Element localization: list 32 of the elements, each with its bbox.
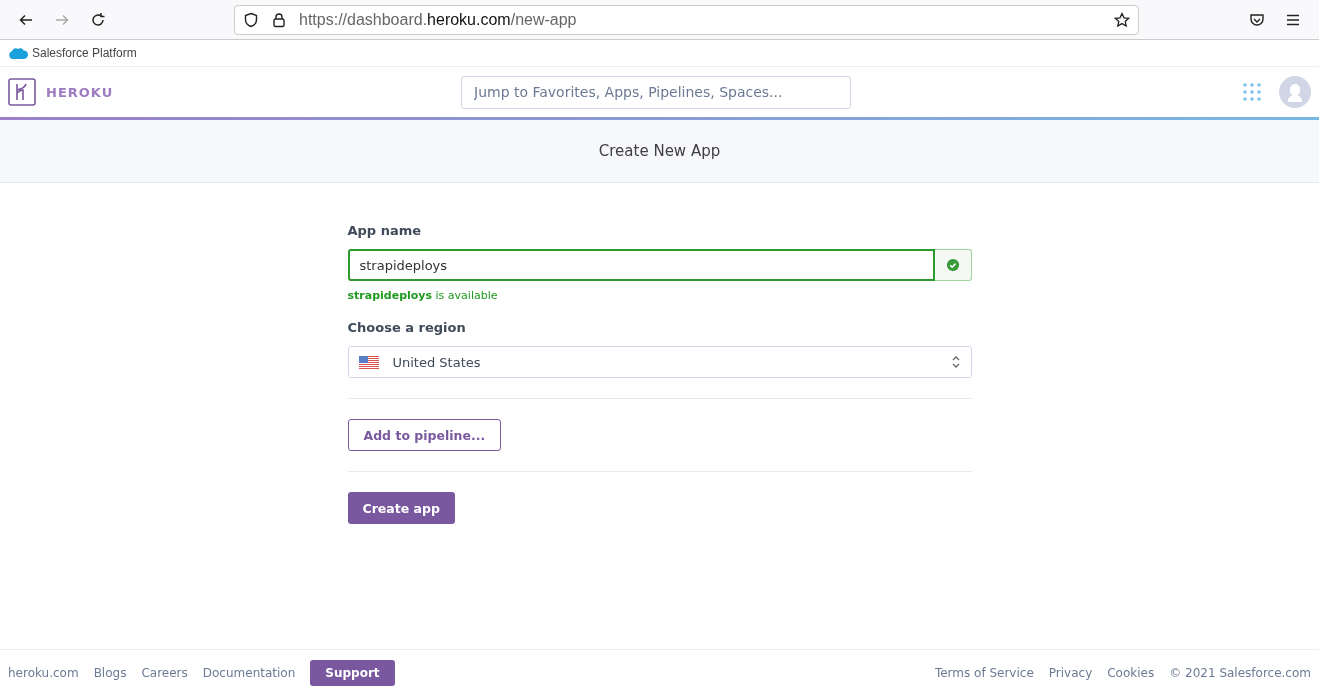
page-title: Create New App [598,142,721,160]
field-label: App name [347,223,422,238]
flag-icon [358,355,379,369]
pocket-icon[interactable] [1249,11,1265,28]
cloud-icon [8,46,28,60]
field-label: Choose a region [347,320,466,335]
region-select[interactable]: United States [347,346,972,378]
lock-icon [271,11,287,28]
footer-link[interactable]: Documentation [202,666,296,680]
search-field[interactable]: Jump to Favorites, Apps, Pipelines, Spaces... [461,75,851,109]
star-icon[interactable] [1114,11,1130,28]
footer-link[interactable]: Blogs [93,666,127,680]
sort-caret-icon [950,355,961,369]
footer-link[interactable]: Privacy [1048,666,1093,680]
app-name-field[interactable]: strapideploys [347,249,935,281]
bookmark-link[interactable]: Salesforce Platform [8,46,137,60]
footer-link[interactable]: Careers [141,666,188,680]
address-bar[interactable]: https://dashboard.heroku.com/new-app [234,4,1139,35]
shield-icon [243,11,259,28]
footer-link[interactable]: heroku.com [8,666,79,680]
availability-message: strapideploys is available [347,289,498,302]
footer-link[interactable]: Terms of Service [934,666,1034,680]
logo-icon[interactable] [8,78,36,106]
brand-name[interactable]: HEROKU [46,84,114,100]
url-text: https://dashboard.heroku.com/new-app [299,10,578,29]
check-circle-icon [945,258,960,272]
support-button[interactable]: Support [310,660,395,686]
copyright-text: © 2021 Salesforce.com [1169,666,1311,680]
add-to-pipeline-button[interactable]: Add to pipeline... [347,419,502,451]
footer-link[interactable]: Cookies [1107,666,1155,680]
reload-icon[interactable] [90,11,106,28]
create-app-button[interactable]: Create app [347,492,455,524]
